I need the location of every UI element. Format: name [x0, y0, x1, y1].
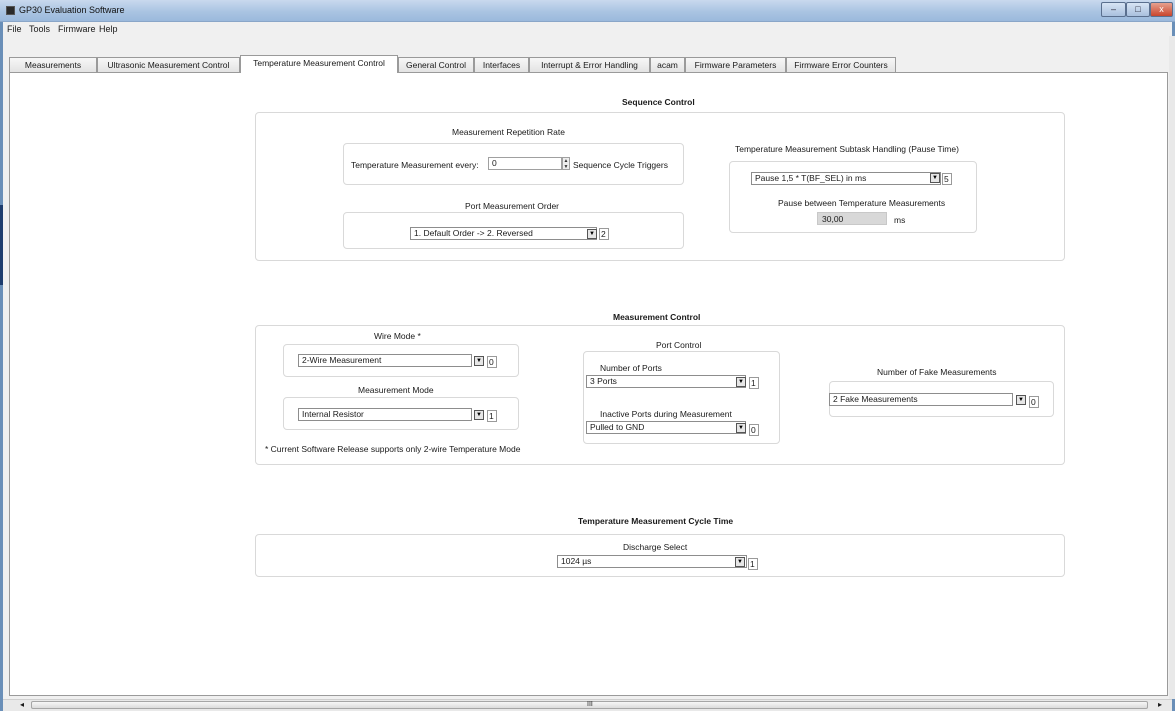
- inactive-ports-index: 0: [749, 424, 759, 436]
- tab-temperature-measurement-control[interactable]: Temperature Measurement Control: [240, 55, 398, 73]
- discharge-select[interactable]: 1024 µs: [557, 555, 747, 568]
- tab-acam[interactable]: acam: [650, 57, 685, 72]
- scroll-right-icon[interactable]: ▸: [1158, 700, 1162, 709]
- measurement-mode-select[interactable]: Internal Resistor: [298, 408, 472, 421]
- fake-measurements-title: Number of Fake Measurements: [877, 367, 997, 377]
- port-order-select[interactable]: 1. Default Order -> 2. Reversed: [410, 227, 597, 240]
- inactive-ports-select[interactable]: Pulled to GND: [586, 421, 746, 434]
- minimize-button[interactable]: –: [1101, 2, 1126, 17]
- port-order-value: 1. Default Order -> 2. Reversed: [414, 228, 533, 238]
- maximize-button[interactable]: □: [1126, 2, 1150, 17]
- menu-bar: [3, 22, 1172, 36]
- maximize-icon: □: [1135, 4, 1141, 14]
- port-order-index: 2: [599, 228, 609, 240]
- wire-mode-title: Wire Mode *: [374, 331, 421, 341]
- repetition-input[interactable]: 0: [488, 157, 562, 170]
- tab-ultrasonic-measurement-control[interactable]: Ultrasonic Measurement Control: [97, 57, 240, 72]
- dropdown-icon[interactable]: ▼: [587, 229, 597, 239]
- measurement-mode-index: 1: [487, 410, 497, 422]
- dropdown-icon[interactable]: ▼: [930, 173, 940, 183]
- dropdown-icon[interactable]: ▼: [736, 423, 746, 433]
- subtask-index: 5: [942, 173, 952, 185]
- inactive-ports-value: Pulled to GND: [590, 422, 645, 432]
- number-of-ports-label: Number of Ports: [600, 363, 662, 373]
- inactive-ports-label: Inactive Ports during Measurement: [600, 409, 732, 419]
- measurement-mode-value: Internal Resistor: [302, 409, 364, 419]
- tab-firmware-parameters[interactable]: Firmware Parameters: [685, 57, 786, 72]
- scroll-grip: III: [587, 701, 593, 708]
- title-bar: [0, 0, 1175, 22]
- menu-tools[interactable]: Tools: [29, 24, 50, 34]
- subtask-select[interactable]: Pause 1,5 * T(BF_SEL) in ms: [751, 172, 941, 185]
- fake-measurements-select[interactable]: 2 Fake Measurements: [829, 393, 1013, 406]
- repetition-suffix-label: Sequence Cycle Triggers: [573, 160, 668, 170]
- spin-down-icon: ▼: [563, 164, 569, 170]
- app-icon: [6, 6, 15, 15]
- scroll-left-icon[interactable]: ◂: [20, 700, 24, 709]
- tab-interrupt-error-handling[interactable]: Interrupt & Error Handling: [529, 57, 650, 72]
- fake-measurements-index: 0: [1029, 396, 1039, 408]
- pause-label: Pause between Temperature Measurements: [778, 198, 946, 208]
- discharge-value: 1024 µs: [561, 556, 592, 566]
- port-control-title: Port Control: [656, 340, 702, 350]
- repetition-spinner[interactable]: ▲ ▼: [562, 157, 570, 170]
- discharge-index: 1: [748, 558, 758, 570]
- dropdown-icon[interactable]: ▼: [474, 356, 484, 366]
- sequence-control-title: Sequence Control: [622, 97, 695, 107]
- tab-general-control[interactable]: General Control: [398, 57, 474, 72]
- tab-measurements[interactable]: Measurements: [9, 57, 97, 72]
- dropdown-icon[interactable]: ▼: [736, 377, 746, 387]
- wire-mode-footnote: * Current Software Release supports only…: [265, 444, 521, 454]
- menu-file[interactable]: File: [7, 24, 22, 34]
- subtask-title: Temperature Measurement Subtask Handling…: [735, 144, 959, 154]
- repetition-prefix-label: Temperature Measurement every:: [351, 160, 479, 170]
- wire-mode-value: 2-Wire Measurement: [302, 355, 382, 365]
- dropdown-icon[interactable]: ▼: [1016, 395, 1026, 405]
- subtask-value: Pause 1,5 * T(BF_SEL) in ms: [755, 173, 867, 183]
- vertical-scrollbar[interactable]: [1169, 36, 1175, 699]
- fake-measurements-value: 2 Fake Measurements: [833, 394, 918, 404]
- minimize-icon: –: [1110, 4, 1116, 14]
- number-of-ports-index: 1: [749, 377, 759, 389]
- tab-firmware-error-counters[interactable]: Firmware Error Counters: [786, 57, 896, 72]
- cycle-time-title: Temperature Measurement Cycle Time: [578, 516, 734, 526]
- pause-unit: ms: [894, 215, 906, 225]
- menu-firmware[interactable]: Firmware: [58, 24, 96, 34]
- wire-mode-select[interactable]: 2-Wire Measurement: [298, 354, 472, 367]
- close-icon: x: [1159, 4, 1164, 14]
- wire-mode-index: 0: [487, 356, 497, 368]
- dropdown-icon[interactable]: ▼: [735, 557, 745, 567]
- number-of-ports-select[interactable]: 3 Ports: [586, 375, 746, 388]
- menu-help[interactable]: Help: [99, 24, 118, 34]
- port-order-title: Port Measurement Order: [465, 201, 560, 211]
- tab-interfaces[interactable]: Interfaces: [474, 57, 529, 72]
- number-of-ports-value: 3 Ports: [590, 376, 617, 386]
- repetition-rate-title: Measurement Repetition Rate: [452, 127, 565, 137]
- measurement-mode-title: Measurement Mode: [358, 385, 434, 395]
- close-button[interactable]: x: [1150, 2, 1173, 17]
- measurement-control-title: Measurement Control: [613, 312, 701, 322]
- pause-value: 30,00: [817, 212, 887, 225]
- discharge-select-label: Discharge Select: [623, 542, 688, 552]
- window-title: GP30 Evaluation Software: [19, 5, 125, 15]
- dropdown-icon[interactable]: ▼: [474, 410, 484, 420]
